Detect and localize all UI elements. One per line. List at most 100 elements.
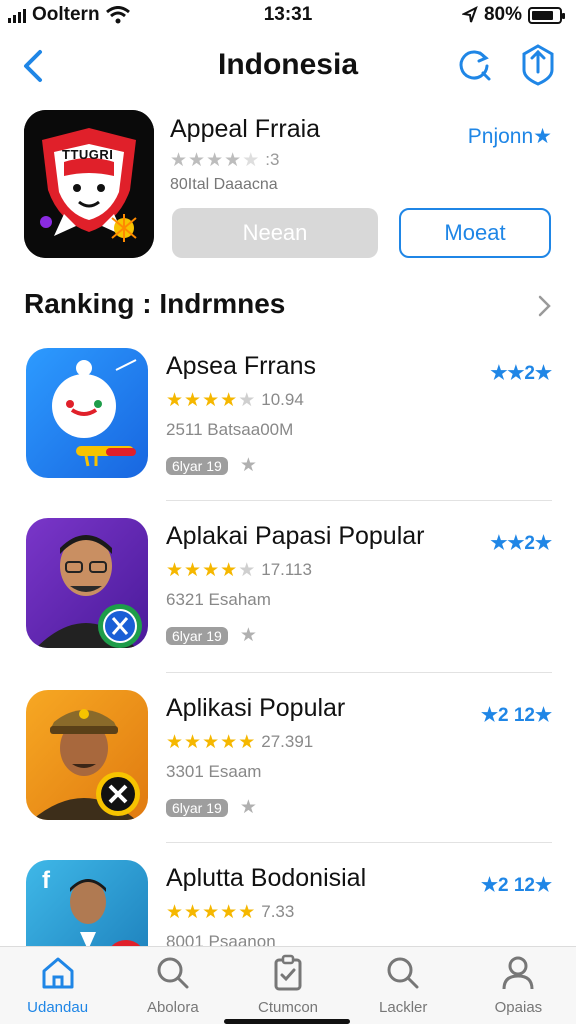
get-button[interactable]: Neean — [172, 208, 378, 258]
star-icon: ★ — [170, 149, 188, 171]
app-icon[interactable] — [26, 690, 148, 820]
featured-app-badge: Pnjonn★ — [467, 125, 552, 148]
tab-label: Abolora — [146, 999, 199, 1016]
app-badge: ★2 12★ — [480, 705, 552, 726]
featured-rating-stars: ★ ★ ★ ★ ★ — [170, 151, 259, 170]
rating-count: 10.94 — [261, 390, 304, 409]
app-badge: ★2 12★ — [480, 875, 552, 896]
tab-label: Udandau — [27, 999, 89, 1016]
tab-label: Opaias — [494, 999, 543, 1016]
rating-stars: ★ ★ ★ ★ ★ — [166, 561, 255, 580]
star-icon: ★ — [238, 389, 256, 411]
list-item[interactable]: Apsea Frrans ★ ★ ★ ★ ★ 10.94 2511 Batsaa00M … — [0, 348, 576, 518]
person-icon — [502, 956, 534, 990]
app-rating: ★ ★ ★ ★ ★ 27.391 — [166, 732, 313, 752]
rating-stars: ★ ★ ★ ★ ★ — [166, 903, 255, 922]
refresh-icon[interactable] — [454, 44, 494, 84]
app-tag-row: 6lyar 19 ★ — [166, 624, 257, 647]
app-rating: ★ ★ ★ ★ ★ 17.113 — [166, 560, 312, 580]
star-icon: ★ — [184, 389, 202, 411]
app-icon[interactable] — [26, 518, 148, 648]
tab-home[interactable]: Udandau — [0, 947, 115, 1024]
star-icon: ★ — [220, 559, 238, 581]
list-item[interactable]: Aplakai Papasi Popular ★ ★ ★ ★ ★ 17.113 6321… — [0, 518, 576, 688]
tab-explore[interactable]: Abolora — [115, 947, 230, 1024]
star-icon: ★ — [166, 559, 184, 581]
tab-label: Ctumcon — [257, 999, 319, 1016]
star-icon: ★ — [184, 559, 202, 581]
app-name[interactable]: Aplutta Bodonisial — [166, 864, 366, 893]
star-icon: ★ — [166, 389, 184, 411]
location-icon — [461, 6, 478, 23]
star-icon: ★ — [238, 731, 256, 753]
star-icon: ★ — [242, 149, 260, 171]
rating-count: 17.113 — [261, 560, 312, 579]
home-icon — [42, 957, 74, 989]
chevron-right-icon[interactable] — [536, 294, 554, 318]
app-icon[interactable] — [26, 348, 148, 478]
star-icon: ★ — [202, 559, 220, 581]
battery-percent: 80% — [483, 4, 522, 25]
featured-app-icon[interactable]: TTUGRI — [24, 110, 154, 258]
app-badge: ★★2★ — [490, 363, 552, 384]
app-name[interactable]: Aplakai Papasi Popular — [166, 522, 425, 551]
star-icon: ★ — [202, 389, 220, 411]
app-meta: 6321 Esaham — [166, 590, 271, 609]
list-item[interactable]: f Aplutta Bodonisial ★ ★ ★ ★ ★ 7.33 8001 Psa… — [0, 860, 576, 946]
star-icon: ★ — [166, 901, 184, 923]
star-icon: ★ — [202, 901, 220, 923]
star-icon[interactable]: ★ — [240, 796, 257, 819]
star-icon: ★ — [184, 901, 202, 923]
featured-icon-text: TTUGRI — [62, 147, 114, 162]
app-rating: ★ ★ ★ ★ ★ 10.94 — [166, 390, 304, 410]
battery-icon — [528, 6, 565, 24]
section-title[interactable]: Ranking : Indrmnes — [24, 288, 285, 320]
more-button[interactable]: Moeat — [399, 208, 551, 258]
tab-clipboard[interactable]: Ctumcon — [230, 947, 345, 1024]
star-icon: ★ — [206, 149, 224, 171]
search-icon — [157, 957, 189, 989]
home-indicator — [224, 1019, 350, 1024]
rating-count: 7.33 — [261, 902, 295, 921]
app-icon[interactable]: f — [26, 860, 148, 946]
age-rating-badge: 6lyar 19 — [166, 798, 228, 817]
featured-rating-text: :3 — [265, 150, 280, 169]
featured-app-rating: ★ ★ ★ ★ ★ :3 — [170, 150, 279, 170]
star-icon: ★ — [220, 389, 238, 411]
star-icon: ★ — [202, 731, 220, 753]
age-rating-badge: 6lyar 19 — [166, 626, 228, 645]
star-icon: ★ — [220, 901, 238, 923]
divider — [166, 672, 552, 673]
app-tag-row: 6lyar 19 ★ — [166, 454, 257, 477]
app-meta: 8001 Psaanon — [166, 932, 276, 946]
app-badge: ★★2★ — [490, 533, 552, 554]
divider — [166, 842, 552, 843]
star-icon: ★ — [238, 559, 256, 581]
star-icon: ★ — [224, 149, 242, 171]
app-meta: 3301 Esaam — [166, 762, 262, 781]
share-icon[interactable] — [518, 42, 558, 86]
featured-app-meta: 80Ital Daaacna — [170, 176, 278, 193]
app-meta: 2511 Batsaa00M — [166, 420, 294, 439]
star-icon[interactable]: ★ — [240, 454, 257, 477]
rating-count: 27.391 — [261, 732, 314, 751]
star-icon: ★ — [166, 731, 184, 753]
star-icon[interactable]: ★ — [240, 624, 257, 647]
featured-app-name[interactable]: Appeal Frraia — [170, 115, 320, 144]
search-icon — [387, 957, 419, 989]
age-rating-badge: 6lyar 19 — [166, 456, 228, 475]
rating-stars: ★ ★ ★ ★ ★ — [166, 733, 255, 752]
app-name[interactable]: Aplikasi Popular — [166, 694, 345, 723]
app-name[interactable]: Apsea Frrans — [166, 352, 316, 381]
star-icon: ★ — [188, 149, 206, 171]
star-icon: ★ — [184, 731, 202, 753]
star-icon: ★ — [220, 731, 238, 753]
rating-stars: ★ ★ ★ ★ ★ — [166, 391, 255, 410]
status-bar: Ooltern 13:31 80% — [0, 0, 576, 30]
tab-profile[interactable]: Opaias — [461, 947, 576, 1024]
tab-bar: Udandau Abolora Ctumcon Lackler Opaias — [0, 946, 576, 1024]
list-item[interactable]: Aplikasi Popular ★ ★ ★ ★ ★ 27.391 3301 Esaam… — [0, 690, 576, 860]
tab-search[interactable]: Lackler — [346, 947, 461, 1024]
clipboard-icon — [274, 954, 302, 991]
divider — [166, 500, 552, 501]
